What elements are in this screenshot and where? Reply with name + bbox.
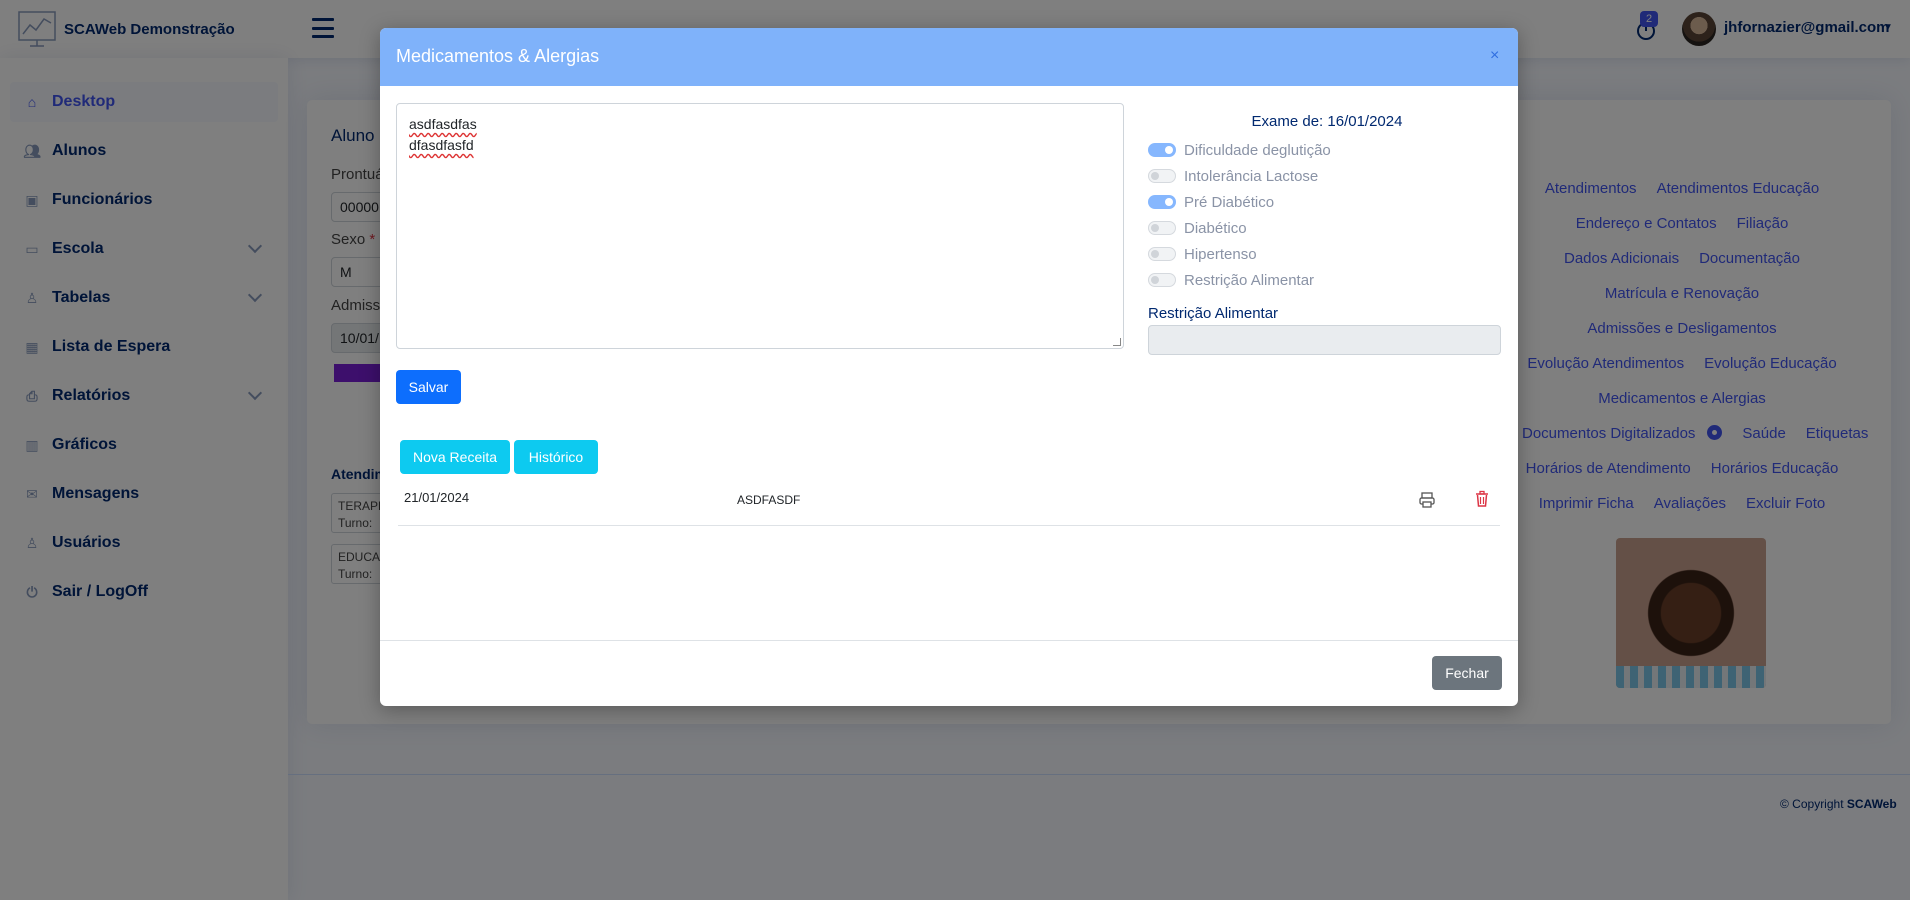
toggle-label: Restrição Alimentar — [1184, 271, 1315, 289]
notes-line: dfasdfasfd — [409, 137, 474, 153]
toggle-diabetico[interactable]: Diabético — [1148, 218, 1247, 238]
prescription-date: 21/01/2024 — [404, 490, 470, 505]
toggle-label: Diabético — [1184, 219, 1247, 237]
notes-textarea[interactable]: asdfasdfas dfasdfasfd — [396, 103, 1124, 349]
close-button[interactable]: Fechar — [1432, 656, 1502, 690]
toggle-label: Pré Diabético — [1184, 193, 1275, 211]
history-button[interactable]: Histórico — [514, 440, 598, 474]
toggle-intolerancia-lactose[interactable]: Intolerância Lactose — [1148, 166, 1318, 186]
save-button[interactable]: Salvar — [396, 370, 461, 404]
toggle-label: Intolerância Lactose — [1184, 167, 1319, 185]
toggle-dificuldade-degluticao[interactable]: Dificuldade deglutição — [1148, 140, 1331, 160]
toggle-restricao-alimentar[interactable]: Restrição Alimentar — [1148, 270, 1314, 290]
exam-date-label: Exame de: 16/01/2024 — [1251, 113, 1403, 130]
toggle-switch[interactable] — [1148, 273, 1176, 287]
resize-handle-icon[interactable] — [1113, 338, 1121, 346]
table-row[interactable]: 21/01/2024 ASDFASDF — [398, 480, 1500, 526]
modal-footer-divider — [380, 640, 1518, 641]
toggle-hipertenso[interactable]: Hipertenso — [1148, 244, 1257, 264]
modal-header: Medicamentos & Alergias × — [380, 28, 1518, 86]
restriction-input[interactable] — [1148, 325, 1501, 355]
toggle-label: Dificuldade deglutição — [1184, 141, 1331, 159]
toggle-switch[interactable] — [1148, 221, 1176, 235]
trash-icon[interactable] — [1473, 490, 1491, 508]
close-icon[interactable]: × — [1490, 47, 1499, 65]
toggle-switch[interactable] — [1148, 169, 1176, 183]
printer-icon[interactable] — [1418, 491, 1436, 509]
toggle-switch[interactable] — [1148, 247, 1176, 261]
new-prescription-button[interactable]: Nova Receita — [400, 440, 510, 474]
prescription-name: ASDFASDF — [737, 493, 801, 507]
toggle-label: Hipertenso — [1184, 245, 1257, 263]
toggle-switch[interactable] — [1148, 195, 1176, 209]
restriction-label: Restrição Alimentar — [1148, 305, 1279, 322]
toggle-switch[interactable] — [1148, 143, 1176, 157]
medications-modal: Medicamentos & Alergias × asdfasdfas dfa… — [380, 28, 1518, 706]
notes-line: asdfasdfas — [409, 116, 477, 132]
modal-title: Medicamentos & Alergias — [396, 46, 600, 66]
toggle-pre-diabetico[interactable]: Pré Diabético — [1148, 192, 1274, 212]
